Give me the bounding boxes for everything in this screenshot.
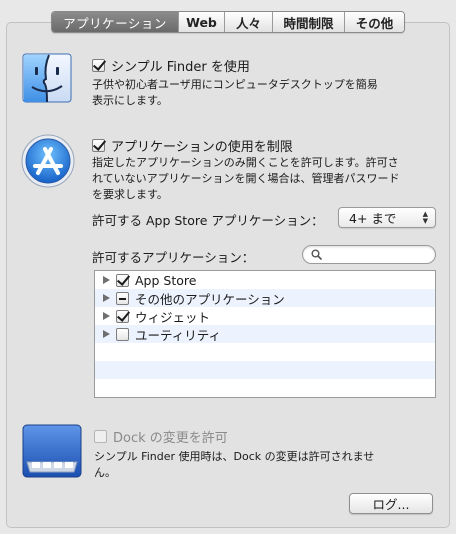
tab-other[interactable]: その他	[344, 12, 404, 32]
allowed-apps-list[interactable]: App Store その他のアプリケーション ウィジェット ユーティリティ	[94, 270, 436, 398]
dock-icon	[22, 424, 82, 478]
allow-dock-change-option[interactable]: Dock の変更を許可	[94, 427, 228, 446]
appstore-age-select[interactable]: 4+ まで ▲ ▼	[338, 207, 436, 228]
limit-apps-description-line2: れていないアプリケーションを開く場合は、管理者パスワード	[92, 172, 400, 185]
app-store-checkbox[interactable]	[116, 273, 129, 287]
log-button-label: ログ...	[372, 497, 410, 512]
disclosure-triangle-icon[interactable]	[103, 312, 110, 320]
search-input[interactable]	[326, 248, 435, 261]
limit-apps-label: アプリケーションの使用を制限	[111, 140, 293, 155]
widgets-checkbox[interactable]	[116, 309, 129, 323]
list-item-label: ユーティリティ	[135, 327, 222, 343]
allow-dock-change-checkbox[interactable]	[94, 430, 107, 443]
finder-icon	[22, 53, 72, 103]
limit-apps-checkbox[interactable]	[92, 139, 105, 152]
log-button[interactable]: ログ...	[349, 493, 433, 514]
limit-apps-description-line1: 指定したアプリケーションのみ開くことを許可します。許可さ	[92, 156, 399, 169]
simple-finder-label: シンプル Finder を使用	[111, 60, 250, 75]
list-empty-row	[95, 343, 435, 361]
disclosure-triangle-icon[interactable]	[103, 294, 110, 302]
tab-applications[interactable]: アプリケーション	[52, 12, 178, 32]
app-search-field[interactable]	[302, 245, 436, 264]
list-item-utilities[interactable]: ユーティリティ	[95, 325, 435, 343]
limit-apps-option[interactable]: アプリケーションの使用を制限	[92, 136, 293, 155]
select-arrows-icon: ▲ ▼	[422, 210, 428, 225]
app-store-icon	[20, 133, 76, 189]
disclosure-triangle-icon[interactable]	[103, 276, 110, 284]
allowed-apps-label-text: 許可するアプリケーション：	[92, 250, 255, 265]
list-item-label: その他のアプリケーション	[135, 291, 285, 307]
simple-finder-description: 子供や初心者ユーザ用にコンピュータデスクトップを簡易 表示にします。	[92, 77, 378, 109]
dock-description-line1: シンプル Finder 使用時は、Dock の変更は許可されませ	[94, 450, 375, 463]
dock-description: シンプル Finder 使用時は、Dock の変更は許可されませ ん。	[94, 449, 374, 481]
other-apps-checkbox[interactable]	[116, 291, 129, 305]
list-item-app-store[interactable]: App Store	[95, 271, 435, 289]
allow-dock-change-label: Dock の変更を許可	[113, 431, 228, 446]
list-item-label: ウィジェット	[135, 309, 211, 325]
dock-description-line2: ん。	[94, 466, 116, 479]
tab-web[interactable]: Web	[178, 12, 224, 32]
tab-bar: アプリケーション Web 人々 時間制限 その他	[51, 11, 405, 33]
search-icon	[311, 249, 322, 260]
tab-people[interactable]: 人々	[224, 12, 272, 32]
limit-apps-description-line3: を要求します。	[92, 188, 168, 201]
list-item-label: App Store	[135, 272, 197, 288]
simple-finder-description-line1: 子供や初心者ユーザ用にコンピュータデスクトップを簡易	[92, 78, 378, 91]
simple-finder-checkbox[interactable]	[92, 59, 105, 72]
list-empty-row	[95, 379, 435, 397]
disclosure-triangle-icon[interactable]	[103, 330, 110, 338]
list-item-widgets[interactable]: ウィジェット	[95, 307, 435, 325]
simple-finder-option[interactable]: シンプル Finder を使用	[92, 56, 250, 75]
list-empty-row	[95, 361, 435, 379]
appstore-age-value: 4+ まで	[349, 211, 397, 226]
simple-finder-description-line2: 表示にします。	[92, 94, 168, 107]
utilities-checkbox[interactable]	[116, 327, 129, 341]
list-item-other-apps[interactable]: その他のアプリケーション	[95, 289, 435, 307]
limit-apps-description: 指定したアプリケーションのみ開くことを許可します。許可さ れていないアプリケーシ…	[92, 155, 399, 203]
appstore-age-label: 許可する App Store アプリケーション：	[92, 210, 324, 229]
allowed-apps-label: 許可するアプリケーション：	[92, 247, 254, 266]
tab-time-limits[interactable]: 時間制限	[272, 12, 344, 32]
appstore-age-label-text: 許可する App Store アプリケーション：	[92, 213, 324, 228]
